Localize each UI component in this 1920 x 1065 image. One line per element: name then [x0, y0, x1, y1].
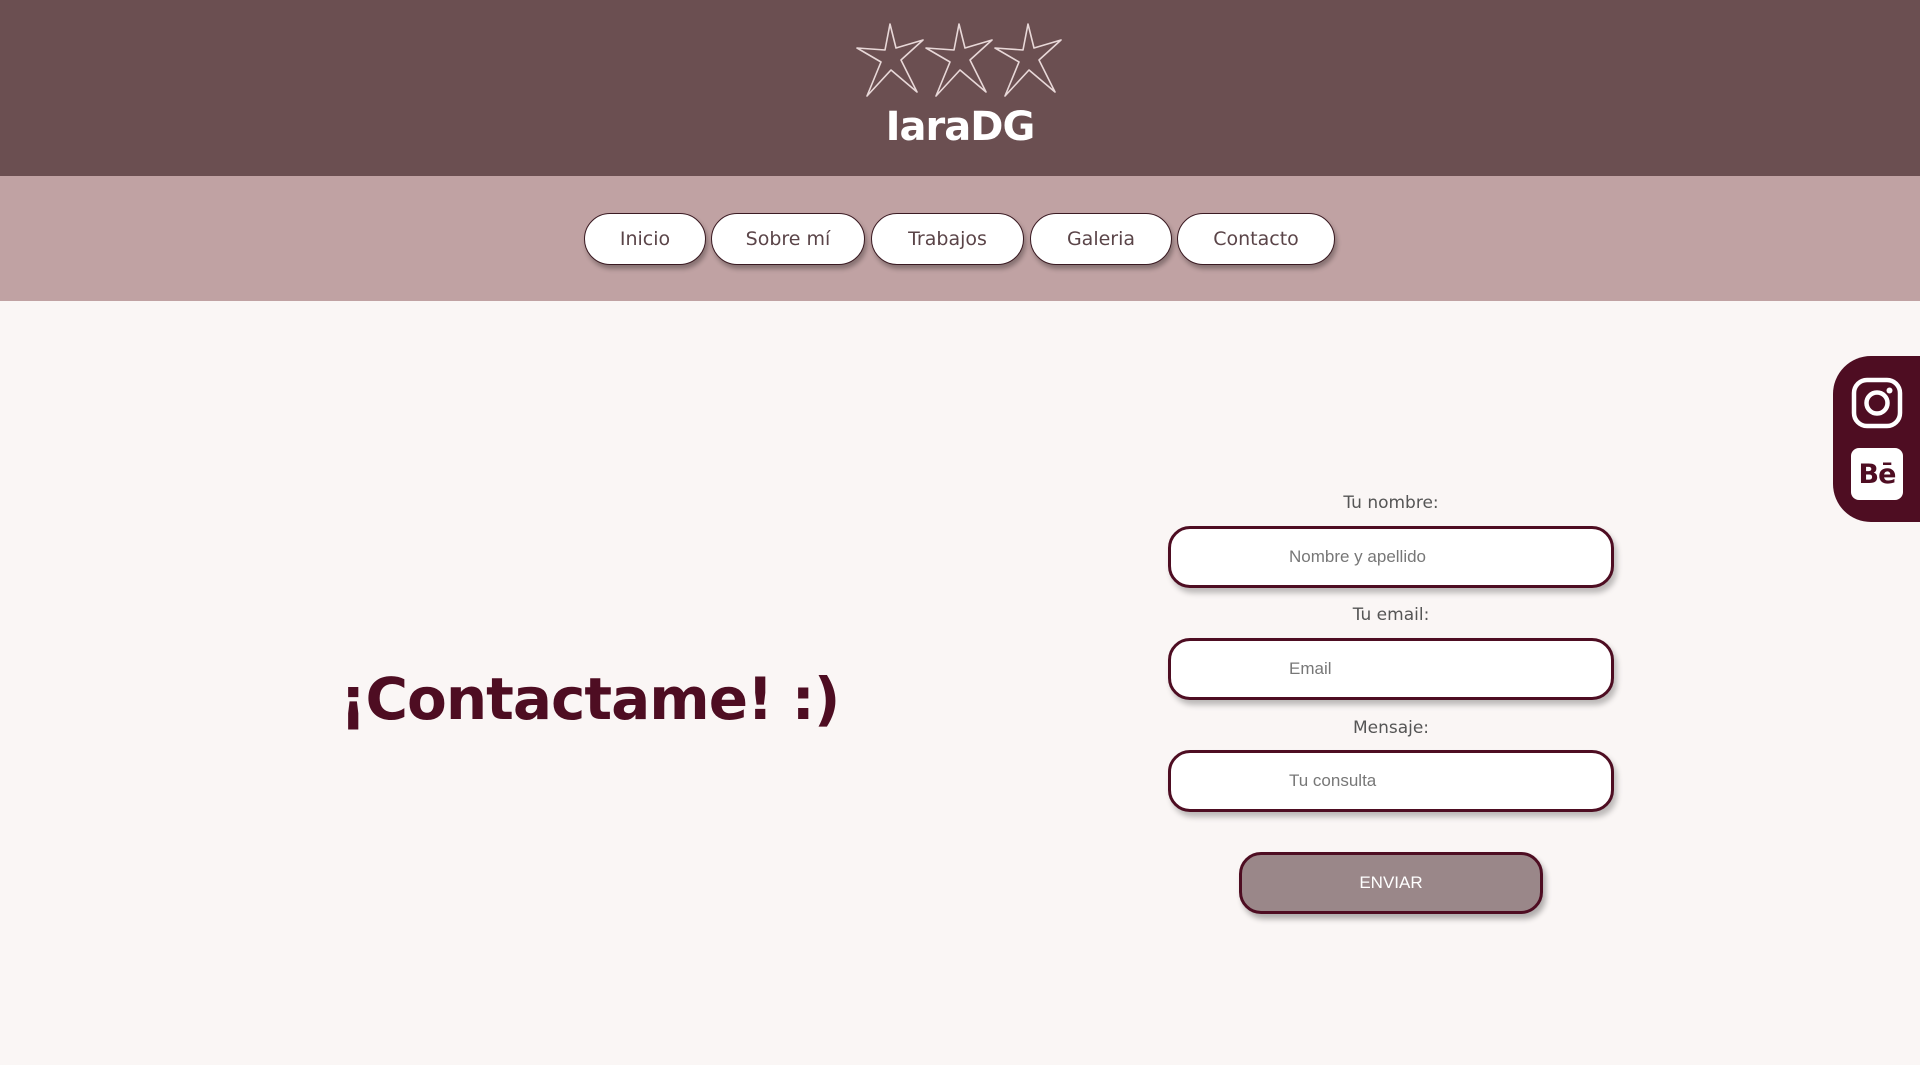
message-label: Mensaje:	[1352, 718, 1430, 738]
brand-title[interactable]: IaraDG	[0, 100, 1920, 154]
main-nav: Inicio Sobre mí Trabajos Galeria Contact…	[0, 176, 1920, 301]
behance-glyph: Bē	[1858, 458, 1897, 490]
message-input[interactable]	[1168, 750, 1614, 812]
nav-item-galeria[interactable]: Galeria	[1030, 213, 1172, 265]
site-header: IaraDG	[0, 0, 1920, 176]
behance-icon[interactable]: Bē	[1851, 448, 1903, 500]
name-label: Tu nombre:	[1343, 493, 1439, 513]
instagram-icon[interactable]	[1851, 377, 1903, 429]
page-title: ¡Contactame! :)	[340, 665, 840, 733]
submit-button[interactable]: ENVIAR	[1239, 852, 1543, 914]
email-input[interactable]	[1168, 638, 1614, 700]
nav-item-sobre-mi[interactable]: Sobre mí	[711, 213, 865, 265]
nav-item-trabajos[interactable]: Trabajos	[871, 213, 1024, 265]
three-stars-icon	[856, 23, 1062, 97]
nav-item-contacto[interactable]: Contacto	[1177, 213, 1335, 265]
contact-section: ¡Contactame! :) Tu nombre: Tu email: Men…	[0, 301, 1920, 1065]
email-label: Tu email:	[1352, 605, 1430, 625]
social-sidebar: Bē	[1833, 356, 1920, 522]
nav-item-inicio[interactable]: Inicio	[584, 213, 706, 265]
name-input[interactable]	[1168, 526, 1614, 588]
